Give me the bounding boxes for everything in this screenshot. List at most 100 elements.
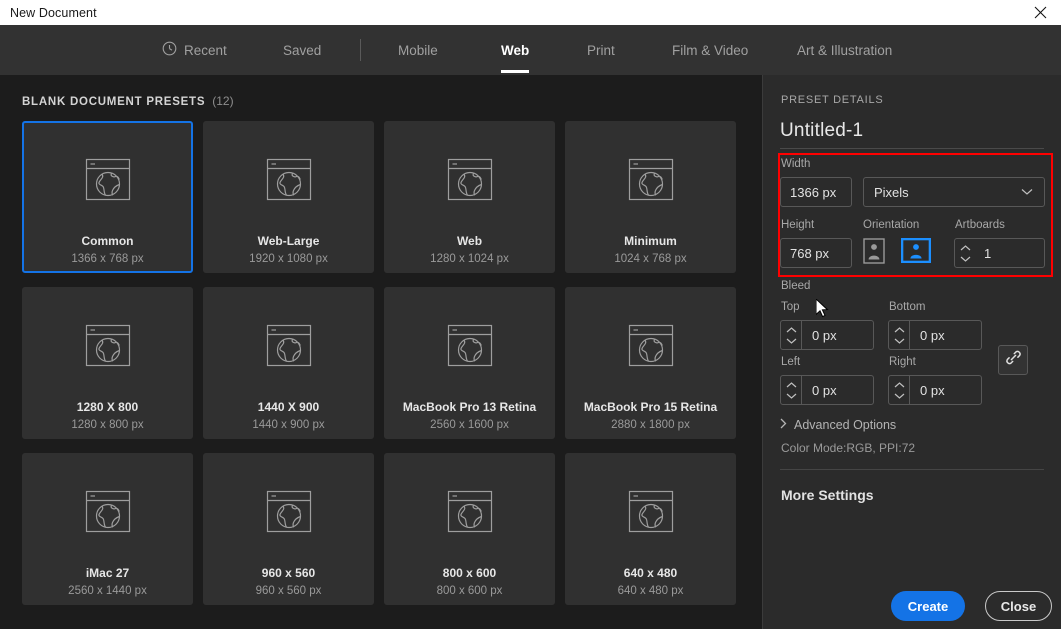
tab-label: Saved xyxy=(283,42,322,58)
artboards-field[interactable]: 1 xyxy=(954,238,1045,268)
preset-card-dimensions: 1920 x 1080 px xyxy=(249,253,328,266)
section-divider xyxy=(780,469,1044,470)
browser-globe-icon xyxy=(258,486,320,544)
preset-card[interactable]: Common 1366 x 768 px xyxy=(22,121,193,273)
bleed-top-field[interactable]: 0 px xyxy=(780,320,874,350)
chevron-right-icon xyxy=(780,418,787,432)
bleed-bottom-stepper[interactable] xyxy=(889,321,909,349)
units-select[interactable]: Pixels xyxy=(863,177,1045,207)
bleed-top-label: Top xyxy=(781,301,800,313)
bleed-bottom-label: Bottom xyxy=(889,301,926,313)
tab-film-and-video[interactable]: Film & Video xyxy=(670,25,750,75)
bleed-right-value: 0 px xyxy=(920,382,945,398)
tab-web[interactable]: Web xyxy=(499,25,531,75)
preset-card-name: iMac 27 xyxy=(85,566,130,580)
preset-card-name: Common xyxy=(81,234,134,248)
bleed-top-stepper[interactable] xyxy=(781,321,801,349)
preset-card[interactable]: iMac 27 2560 x 1440 px xyxy=(22,453,193,605)
artboards-value: 1 xyxy=(984,245,992,261)
preset-card[interactable]: 1440 X 900 1440 x 900 px xyxy=(203,287,374,439)
bleed-link-button[interactable] xyxy=(998,345,1028,375)
browser-globe-icon xyxy=(258,320,320,378)
chevron-up-icon xyxy=(960,244,970,250)
preset-details-header: PRESET DETAILS xyxy=(781,94,884,106)
preset-card[interactable]: 960 x 560 960 x 560 px xyxy=(203,453,374,605)
preset-card-dimensions: 1024 x 768 px xyxy=(614,253,687,266)
presets-grid: Common 1366 x 768 px Web-Large 1920 x 1080… xyxy=(22,121,736,605)
tab-divider xyxy=(360,39,361,61)
bleed-right-label: Right xyxy=(889,356,916,368)
browser-globe-icon xyxy=(620,154,682,212)
bleed-right-field[interactable]: 0 px xyxy=(888,375,982,405)
window-title: New Document xyxy=(10,5,97,20)
browser-globe-icon xyxy=(77,154,139,212)
preset-card-name: 640 x 480 xyxy=(623,566,678,580)
preset-card-name: MacBook Pro 15 Retina xyxy=(583,400,718,414)
width-value: 1366 px xyxy=(790,184,837,200)
preset-card[interactable]: Minimum 1024 x 768 px xyxy=(565,121,736,273)
advanced-options-toggle[interactable]: Advanced Options xyxy=(780,418,896,432)
presets-section-title: BLANK DOCUMENT PRESETS xyxy=(22,96,206,108)
preset-card-name: Web xyxy=(456,234,483,248)
bleed-right-stepper[interactable] xyxy=(889,376,909,404)
tab-mobile[interactable]: Mobile xyxy=(396,25,440,75)
more-settings-button[interactable]: More Settings xyxy=(781,487,874,503)
preset-card-dimensions: 1280 x 800 px xyxy=(71,419,144,432)
height-input[interactable]: 768 px xyxy=(780,238,852,268)
chevron-down-icon xyxy=(894,393,904,399)
preset-card[interactable]: Web-Large 1920 x 1080 px xyxy=(203,121,374,273)
browser-globe-icon xyxy=(77,320,139,378)
chevron-up-icon xyxy=(786,381,796,387)
bleed-bottom-field[interactable]: 0 px xyxy=(888,320,982,350)
artboards-stepper[interactable] xyxy=(955,239,975,267)
portrait-orientation-button[interactable] xyxy=(861,237,887,269)
width-label: Width xyxy=(781,158,811,170)
width-input[interactable]: 1366 px xyxy=(780,177,852,207)
preset-card-dimensions: 2880 x 1800 px xyxy=(611,419,690,432)
category-tab-bar: Recent Saved Mobile Web Print Film & Vid… xyxy=(0,25,1061,75)
preset-card[interactable]: 640 x 480 640 x 480 px xyxy=(565,453,736,605)
preset-card-dimensions: 1366 x 768 px xyxy=(71,253,144,266)
preset-card[interactable]: Web 1280 x 1024 px xyxy=(384,121,555,273)
bleed-left-field[interactable]: 0 px xyxy=(780,375,874,405)
chevron-up-icon xyxy=(786,326,796,332)
tab-recent[interactable]: Recent xyxy=(160,25,229,75)
landscape-orientation-button[interactable] xyxy=(900,237,932,268)
window-title-bar: New Document xyxy=(0,0,1061,25)
preset-card[interactable]: 800 x 600 800 x 600 px xyxy=(384,453,555,605)
portrait-orientation-icon xyxy=(863,237,885,269)
tab-label: Mobile xyxy=(398,42,438,58)
browser-globe-icon xyxy=(439,320,501,378)
chevron-down-icon xyxy=(1021,188,1044,196)
chevron-down-icon xyxy=(786,393,796,399)
preset-card-name: 960 x 560 xyxy=(261,566,316,580)
tab-label: Print xyxy=(587,42,615,58)
tab-saved[interactable]: Saved xyxy=(281,25,323,75)
window-close-button[interactable] xyxy=(1019,0,1061,25)
tab-print[interactable]: Print xyxy=(585,25,617,75)
bleed-bottom-value: 0 px xyxy=(920,327,945,343)
browser-globe-icon xyxy=(620,320,682,378)
bleed-left-stepper[interactable] xyxy=(781,376,801,404)
close-button[interactable]: Close xyxy=(985,591,1052,621)
tab-label: Film & Video xyxy=(672,42,749,58)
tab-active-indicator xyxy=(501,70,530,73)
tab-label: Web xyxy=(501,42,530,58)
bleed-left-label: Left xyxy=(781,356,801,368)
artboards-label: Artboards xyxy=(955,219,1005,231)
browser-globe-icon xyxy=(620,486,682,544)
preset-card[interactable]: 1280 X 800 1280 x 800 px xyxy=(22,287,193,439)
preset-details-pane: PRESET DETAILS Untitled-1 Width 1366 px … xyxy=(763,75,1061,629)
chevron-up-icon xyxy=(894,326,904,332)
create-button[interactable]: Create xyxy=(891,591,965,621)
preset-card-name: MacBook Pro 13 Retina xyxy=(402,400,537,414)
document-name-field[interactable]: Untitled-1 xyxy=(780,120,863,142)
preset-card-dimensions: 1440 x 900 px xyxy=(252,419,325,432)
browser-globe-icon xyxy=(439,486,501,544)
preset-card-dimensions: 640 x 480 px xyxy=(617,585,684,598)
preset-card[interactable]: MacBook Pro 15 Retina 2880 x 1800 px xyxy=(565,287,736,439)
tab-art-and-illustration[interactable]: Art & Illustration xyxy=(795,25,894,75)
bleed-left-value: 0 px xyxy=(812,382,837,398)
preset-card[interactable]: MacBook Pro 13 Retina 2560 x 1600 px xyxy=(384,287,555,439)
preset-card-dimensions: 960 x 560 px xyxy=(255,585,322,598)
